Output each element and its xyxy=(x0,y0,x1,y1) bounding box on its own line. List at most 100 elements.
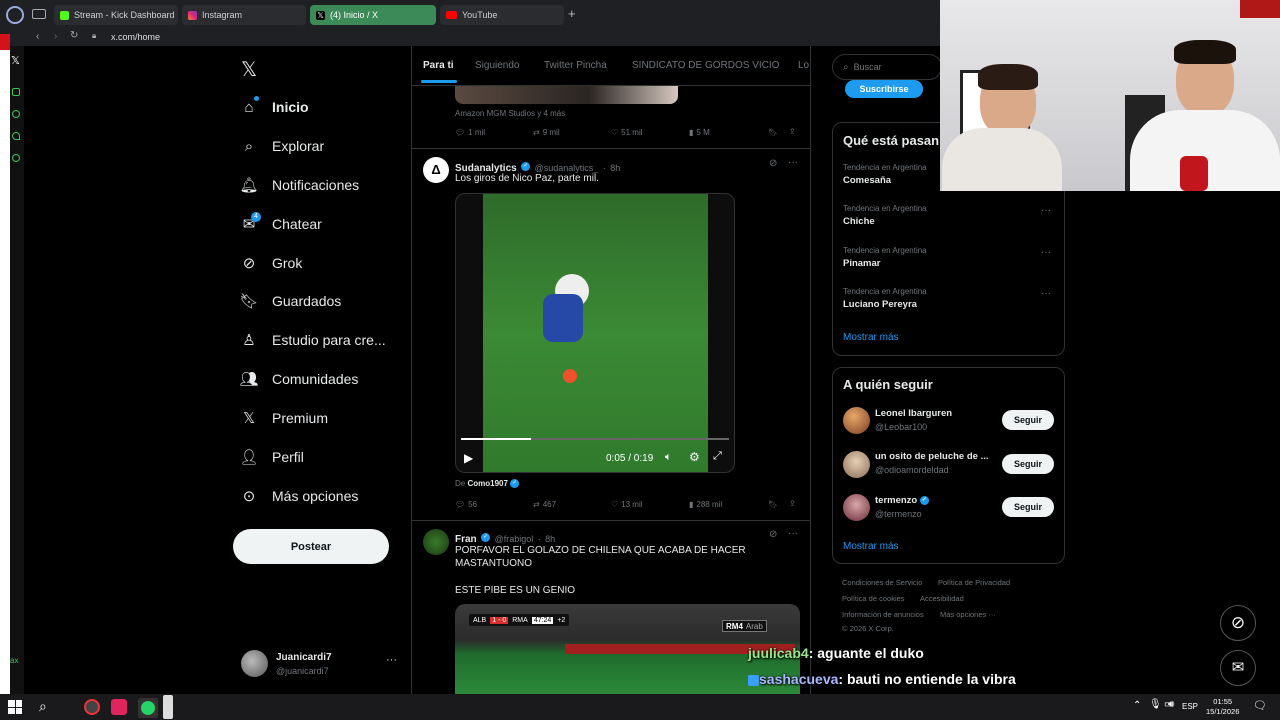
trend-item[interactable]: Tendencia en Argentina Comesaña xyxy=(843,163,927,186)
tab-para-ti[interactable]: Para ti xyxy=(423,60,454,71)
play-icon[interactable]: ▶ xyxy=(464,451,473,465)
volume-icon[interactable]: 🔈︎ xyxy=(665,451,672,464)
post-more-icon[interactable]: ··· xyxy=(788,157,798,168)
avatar[interactable]: Δ xyxy=(423,157,449,183)
post0-like-button[interactable]: ♡ 51 mil xyxy=(611,128,643,137)
footer-accessibility-link[interactable]: Accesibilidad xyxy=(920,594,964,603)
notifications-icon[interactable]: 🗨︎ xyxy=(1253,699,1267,712)
trend-item[interactable]: Tendencia en Argentina Chiche xyxy=(843,204,927,227)
sidebar-item-grok[interactable]: ⊘ Grok xyxy=(240,254,303,272)
post1-views-button[interactable]: ▮ 288 mil xyxy=(689,500,722,509)
trend-item[interactable]: Tendencia en Argentina Pinamar xyxy=(843,246,927,269)
share-icon[interactable]: ⇪ xyxy=(789,499,796,508)
fullscreen-icon[interactable]: ⤢ xyxy=(713,450,722,463)
avatar[interactable] xyxy=(843,451,870,478)
sidebar-item-notificaciones[interactable]: 🔔︎ Notificaciones xyxy=(239,176,359,194)
follow-name[interactable]: Leonel Ibarguren xyxy=(875,408,952,419)
clock-icon[interactable] xyxy=(12,110,20,118)
sidebar-item-inicio[interactable]: ⌂ Inicio xyxy=(240,98,308,116)
trend-more-icon[interactable]: ··· xyxy=(1041,247,1051,258)
search-box[interactable]: ⌕ xyxy=(832,54,942,80)
reload-icon[interactable]: ↻ xyxy=(70,30,78,41)
tab-kick[interactable]: Stream - Kick Dashboard xyxy=(54,5,178,25)
tiktok-icon[interactable] xyxy=(111,699,127,715)
sidebar-item-guardados[interactable]: 🔖︎ Guardados xyxy=(239,292,341,310)
avatar[interactable] xyxy=(843,407,870,434)
follow-name[interactable]: un osito de peluche de ... xyxy=(875,451,989,462)
post-button[interactable]: Postear xyxy=(233,529,389,564)
sidebar-item-comunidades[interactable]: 👥︎ Comunidades xyxy=(239,370,358,388)
new-tab-plus-icon[interactable]: + xyxy=(568,6,576,21)
forward-arrow-icon[interactable]: › xyxy=(54,31,57,42)
post-more-icon[interactable]: ··· xyxy=(788,528,798,539)
post0-media[interactable] xyxy=(455,86,678,104)
panel-icon-3[interactable] xyxy=(12,132,20,140)
workspace-icon[interactable] xyxy=(32,9,46,19)
show-more-follow-link[interactable]: Mostrar más xyxy=(843,541,899,552)
tab-sindicato[interactable]: SINDICATO DE GORDOS VICIO xyxy=(632,60,779,71)
browser-logo-icon[interactable] xyxy=(6,6,24,24)
footer-terms-link[interactable]: Condiciones de Servicio xyxy=(842,578,922,587)
tab-siguiendo[interactable]: Siguiendo xyxy=(475,60,519,71)
post0-repost-button[interactable]: ⇄ 9 mil xyxy=(533,128,560,137)
trend-item[interactable]: Tendencia en Argentina Luciano Pereyra xyxy=(843,287,927,310)
tab-instagram[interactable]: Instagram xyxy=(182,5,306,25)
clock[interactable]: 01:55 15/1/2026 xyxy=(1206,697,1239,717)
sidebar-item-premium[interactable]: 𝕏 Premium xyxy=(240,409,328,427)
footer-privacy-link[interactable]: Política de Privacidad xyxy=(938,578,1010,587)
volume-icon[interactable]: 🔊︎ xyxy=(1168,699,1174,710)
panel-icon-1[interactable] xyxy=(12,88,20,96)
account-switcher[interactable]: Juanicardi7 @juanicardi7 ··· xyxy=(240,650,400,680)
language-indicator[interactable]: ESP xyxy=(1182,702,1198,711)
grok-fab-icon[interactable]: ⊘ xyxy=(1220,605,1256,641)
post-time[interactable]: 8h xyxy=(545,534,555,544)
subscribe-button[interactable]: Suscribirse xyxy=(845,80,923,98)
post-time[interactable]: 8h xyxy=(610,163,620,173)
share-icon[interactable]: ⇪ xyxy=(789,127,796,136)
follow-button[interactable]: Seguir xyxy=(1002,410,1054,430)
tab-twitter-pincha[interactable]: Twitter Pincha xyxy=(544,60,607,71)
avatar[interactable] xyxy=(843,494,870,521)
taskbar-scroll-handle[interactable] xyxy=(163,695,173,719)
chevron-up-icon[interactable]: ⌃ xyxy=(1133,700,1141,711)
sidebar-item-perfil[interactable]: 👤︎ Perfil xyxy=(239,448,303,466)
tab-x[interactable]: 𝕏 (4) Inicio / X xyxy=(310,5,436,25)
follow-button[interactable]: Seguir xyxy=(1002,497,1054,517)
grok-post-icon[interactable]: ⊘ xyxy=(769,529,777,540)
sidebar-item-estudio[interactable]: ♙ Estudio para cre... xyxy=(240,331,385,349)
opera-icon[interactable] xyxy=(84,699,100,715)
sidebar-item-mas-opciones[interactable]: ⊙ Más opciones xyxy=(240,487,359,505)
post1-repost-button[interactable]: ⇄ 467 xyxy=(533,500,556,509)
x-panel-icon[interactable]: 𝕏 xyxy=(11,54,20,67)
tab-more[interactable]: Lo xyxy=(798,60,810,71)
settings-icon[interactable] xyxy=(12,154,20,162)
post1-like-button[interactable]: ♡ 13 mil xyxy=(611,500,643,509)
trend-more-icon[interactable]: ··· xyxy=(1041,205,1051,216)
microphone-icon[interactable]: 🎙︎ xyxy=(1149,699,1162,710)
search-icon[interactable]: ⌕ xyxy=(39,698,47,715)
bookmark-icon[interactable]: 🔖︎ xyxy=(768,500,778,509)
url-field[interactable]: x.com/home xyxy=(111,32,160,42)
settings-icon[interactable]: ⚙ xyxy=(689,450,700,464)
x-logo-icon[interactable]: 𝕏 xyxy=(241,57,257,82)
trend-more-icon[interactable]: ··· xyxy=(1041,288,1051,299)
sidebar-item-explorar[interactable]: ⌕ Explorar xyxy=(240,137,324,155)
video-player[interactable]: ▶ 0:05 / 0:19 🔈︎ ⚙ ⤢ xyxy=(455,193,735,473)
account-more-icon[interactable]: ··· xyxy=(386,654,397,666)
follow-button[interactable]: Seguir xyxy=(1002,454,1054,474)
post1-reply-button[interactable]: 💬︎ 56 xyxy=(455,500,477,509)
tab-youtube[interactable]: YouTube xyxy=(440,5,564,25)
footer-more-link[interactable]: Más opciones ··· xyxy=(940,610,996,619)
post0-reply-button[interactable]: 💬︎ 1 mil xyxy=(455,128,485,137)
show-more-trends-link[interactable]: Mostrar más xyxy=(843,332,899,343)
follow-name-row[interactable]: termenzo ✓ xyxy=(875,495,929,506)
post0-views-button[interactable]: ▮ 5 M xyxy=(689,128,710,137)
windows-start-icon[interactable] xyxy=(8,700,22,714)
search-input[interactable] xyxy=(853,62,924,72)
whatsapp-taskbar-button[interactable] xyxy=(138,698,158,718)
footer-cookies-link[interactable]: Política de cookies xyxy=(842,594,905,603)
bookmark-icon[interactable]: 🔖︎ xyxy=(768,128,778,137)
grok-post-icon[interactable]: ⊘ xyxy=(769,158,777,169)
avatar[interactable] xyxy=(423,529,449,555)
source-name[interactable]: Como1907 xyxy=(467,479,507,488)
